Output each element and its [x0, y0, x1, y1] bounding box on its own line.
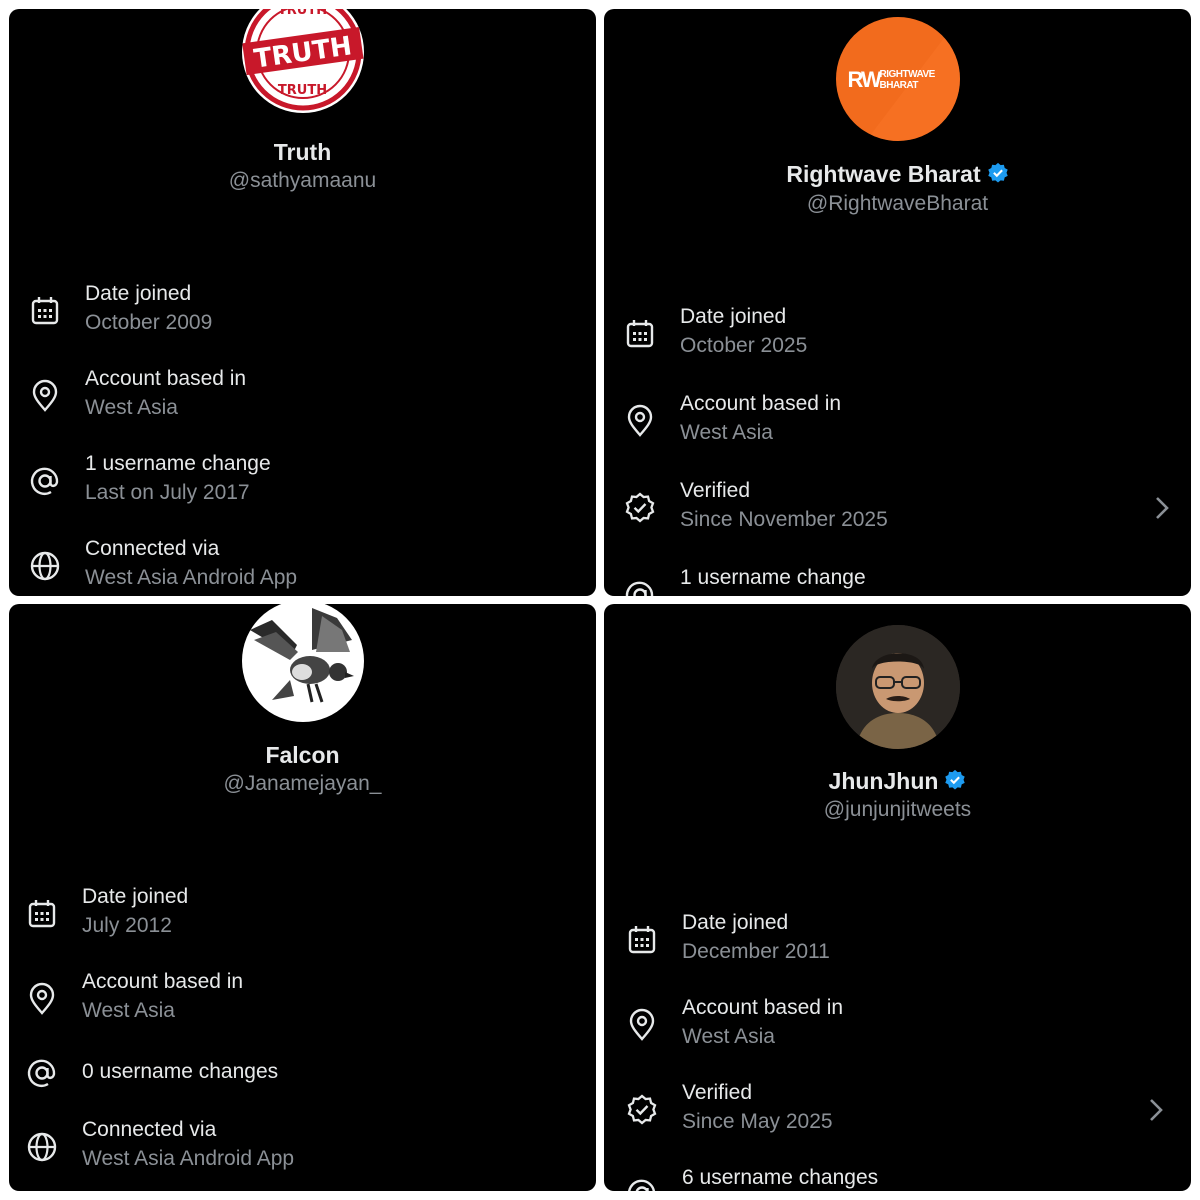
profile-handle: @Janamejayan_	[223, 772, 382, 795]
row-subtitle: West Asia Android App	[82, 1147, 295, 1170]
about-row-account-based: Account based in West Asia	[9, 367, 596, 427]
row-subtitle: West Asia Android App	[85, 566, 298, 589]
location-pin-icon	[623, 404, 657, 438]
logo-line2: BHARAT	[879, 80, 919, 91]
falcon-illustration-avatar	[249, 608, 354, 703]
profile-avatar[interactable]	[835, 625, 960, 749]
row-subtitle: October 2009	[85, 311, 213, 334]
row-subtitle: West Asia	[680, 421, 773, 444]
display-name-text: JhunJhun	[828, 768, 939, 794]
calendar-icon	[623, 317, 657, 351]
row-title: Verified	[680, 479, 751, 502]
person-photo-avatar	[835, 625, 960, 749]
row-title: Date joined	[680, 305, 787, 328]
chevron-right-icon[interactable]	[1151, 493, 1173, 523]
about-row-account-based: Account based in West Asia	[9, 970, 596, 1030]
row-title: Verified	[682, 1081, 753, 1104]
row-subtitle: Last on July 2017	[85, 481, 250, 504]
at-sign-icon	[625, 1176, 659, 1191]
profile-panel-falcon: Falcon @Janamejayan_ Date joined July 20…	[9, 604, 596, 1191]
stamp-bottom-text: TRUTH	[277, 83, 328, 98]
calendar-icon	[25, 897, 59, 931]
profile-display-name: Truth	[9, 139, 596, 166]
chevron-right-icon[interactable]	[1145, 1095, 1167, 1125]
row-title: 6 username changes	[682, 1166, 879, 1189]
profile-avatar[interactable]	[241, 604, 364, 722]
about-row-date-joined: Date joined October 2009	[9, 282, 596, 342]
about-row-connected-via: Connected via West Asia Android App	[9, 1118, 596, 1178]
stamp-top-text: TRUTH	[277, 9, 328, 18]
globe-icon	[28, 549, 62, 583]
about-row-username-changes: 6 username changes	[604, 1166, 1191, 1191]
row-title: 1 username change	[680, 566, 866, 589]
at-sign-icon	[28, 464, 62, 498]
row-subtitle: West Asia	[82, 999, 175, 1022]
row-title: Date joined	[85, 282, 192, 305]
profile-avatar[interactable]: TRUTH TRUTH TRUTH	[241, 9, 364, 113]
about-row-account-based: Account based in West Asia	[604, 996, 1191, 1056]
row-subtitle: July 2012	[82, 914, 172, 937]
row-subtitle: Since May 2025	[682, 1110, 833, 1133]
about-row-username-changes: 1 username change	[604, 566, 1191, 596]
profile-handle: @RightwaveBharat	[806, 192, 989, 215]
about-row-verified[interactable]: Verified Since November 2025	[604, 479, 1191, 539]
row-title: Account based in	[682, 996, 844, 1019]
row-subtitle: Since November 2025	[680, 508, 888, 531]
about-row-connected-via: Connected via West Asia Android App	[9, 537, 596, 596]
row-subtitle: West Asia	[682, 1025, 775, 1048]
profile-handle: @sathyamaanu	[228, 169, 377, 192]
about-row-account-based: Account based in West Asia	[604, 392, 1191, 452]
logo-line1: RIGHTWAVE	[879, 69, 936, 80]
verified-badge-icon	[623, 491, 657, 525]
row-title: Connected via	[82, 1118, 217, 1141]
logo-mark: RW	[847, 67, 882, 92]
about-row-date-joined: Date joined July 2012	[9, 885, 596, 945]
row-title: 0 username changes	[82, 1060, 279, 1083]
display-name-text: Falcon	[265, 742, 340, 768]
about-row-username-changes: 1 username change Last on July 2017	[9, 452, 596, 512]
profile-handle: @junjunjitweets	[823, 798, 972, 821]
display-name-text: Rightwave Bharat	[786, 161, 981, 187]
row-title: Account based in	[85, 367, 247, 390]
about-row-verified[interactable]: Verified Since May 2025	[604, 1081, 1191, 1141]
location-pin-icon	[25, 982, 59, 1016]
calendar-icon	[625, 923, 659, 957]
location-pin-icon	[28, 379, 62, 413]
row-title: Account based in	[82, 970, 244, 993]
display-name-text: Truth	[273, 139, 332, 165]
row-subtitle: West Asia	[85, 396, 178, 419]
profile-avatar[interactable]: RW RIGHTWAVE BHARAT	[835, 17, 960, 141]
row-title: Connected via	[85, 537, 220, 560]
verified-badge-icon[interactable]	[987, 162, 1009, 190]
profile-panel-truth: TRUTH TRUTH TRUTH Truth @sathyamaanu Dat…	[9, 9, 596, 596]
at-sign-icon	[623, 578, 657, 596]
profile-display-name: JhunJhun	[604, 768, 1191, 797]
verified-badge-icon	[625, 1093, 659, 1127]
about-row-date-joined: Date joined October 2025	[604, 305, 1191, 365]
row-title: Date joined	[82, 885, 189, 908]
row-subtitle: October 2025	[680, 334, 808, 357]
row-title: Date joined	[682, 911, 789, 934]
about-row-username-changes: 0 username changes	[9, 1056, 596, 1116]
about-row-date-joined: Date joined December 2011	[604, 911, 1191, 971]
globe-icon	[25, 1130, 59, 1164]
location-pin-icon	[625, 1008, 659, 1042]
row-title: Account based in	[680, 392, 842, 415]
profile-panel-rightwave-bharat: RW RIGHTWAVE BHARAT Rightwave Bharat @Ri…	[604, 9, 1191, 596]
calendar-icon	[28, 294, 62, 328]
profile-panel-jhunjhun: JhunJhun @junjunjitweets Date joined Dec…	[604, 604, 1191, 1191]
at-sign-icon	[25, 1056, 59, 1090]
row-title: 1 username change	[85, 452, 271, 475]
row-subtitle: December 2011	[682, 940, 830, 963]
verified-badge-icon[interactable]	[944, 769, 966, 797]
profile-display-name: Falcon	[9, 742, 596, 769]
profile-display-name: Rightwave Bharat	[604, 161, 1191, 190]
